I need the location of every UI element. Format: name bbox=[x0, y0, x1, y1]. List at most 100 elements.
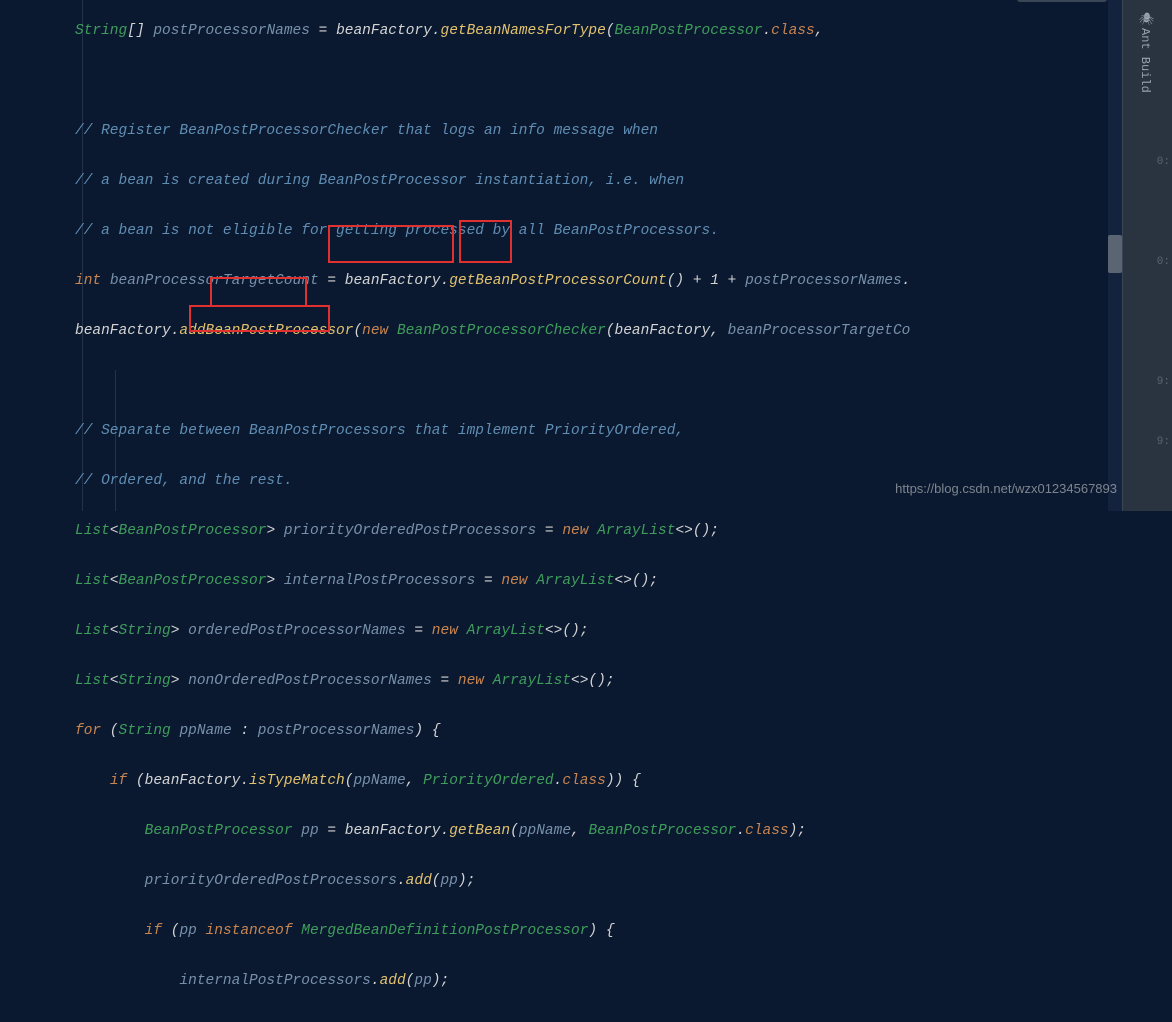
token-var: ppName bbox=[353, 773, 405, 789]
token: = bbox=[475, 573, 501, 589]
token-var: beanProcessorTargetCo bbox=[728, 323, 911, 339]
token-keyword: new bbox=[562, 523, 588, 539]
token-var: orderedPostProcessorNames bbox=[188, 623, 406, 639]
token: < bbox=[110, 523, 119, 539]
token-method: getBean bbox=[449, 823, 510, 839]
token: ( bbox=[510, 823, 519, 839]
token-keyword: class bbox=[771, 23, 815, 39]
token-keyword: new bbox=[432, 623, 458, 639]
token: = bbox=[406, 623, 432, 639]
line-tick: 9: bbox=[1157, 370, 1170, 395]
token: = bbox=[319, 823, 345, 839]
token-var: internalPostProcessors bbox=[284, 573, 475, 589]
token: String bbox=[119, 723, 180, 739]
token: . bbox=[240, 773, 249, 789]
token-keyword: new bbox=[501, 573, 527, 589]
token-keyword: class bbox=[562, 773, 606, 789]
token: > bbox=[171, 673, 180, 689]
token-type: ArrayList bbox=[536, 573, 614, 589]
token-keyword: int bbox=[75, 273, 101, 289]
token: , bbox=[571, 823, 588, 839]
token-keyword: for bbox=[75, 723, 101, 739]
token-type: BeanPostProcessorChecker bbox=[397, 323, 606, 339]
token: , bbox=[710, 323, 727, 339]
token: ( bbox=[406, 973, 415, 989]
token: ( bbox=[101, 723, 118, 739]
token-keyword: new bbox=[458, 673, 484, 689]
token-method: add bbox=[406, 873, 432, 889]
token: () bbox=[667, 273, 684, 289]
token: . bbox=[397, 873, 406, 889]
token-var: priorityOrderedPostProcessors bbox=[145, 873, 397, 889]
token-var: pp bbox=[414, 973, 431, 989]
token: , bbox=[815, 23, 824, 39]
token-type: List bbox=[75, 673, 110, 689]
line-tick: 0: bbox=[1157, 250, 1170, 275]
token-type: PriorityOrdered bbox=[423, 773, 554, 789]
token-var: postProcessorNames bbox=[153, 23, 310, 39]
token-type: String bbox=[75, 23, 127, 39]
code-editor[interactable]: String[] postProcessorNames = beanFactor… bbox=[0, 0, 1172, 1022]
token-method: add bbox=[380, 973, 406, 989]
comment: // Ordered, and the rest. bbox=[75, 473, 293, 489]
token-var: internalPostProcessors bbox=[179, 973, 370, 989]
token: beanFactory bbox=[615, 323, 711, 339]
token: [] bbox=[127, 23, 153, 39]
token-type: BeanPostProcessor bbox=[145, 823, 293, 839]
token-var: pp bbox=[440, 873, 457, 889]
token-var: postProcessorNames bbox=[745, 273, 902, 289]
token: . bbox=[371, 973, 380, 989]
token: beanFactory bbox=[336, 23, 432, 39]
token-type: BeanPostProcessor bbox=[615, 23, 763, 39]
line-tick: 9: bbox=[1157, 430, 1170, 455]
token: > bbox=[266, 523, 275, 539]
token-type: MergedBeanDefinitionPostProcessor bbox=[301, 923, 588, 939]
token: = bbox=[319, 273, 345, 289]
token-keyword: new bbox=[362, 323, 388, 339]
token-keyword: if bbox=[110, 773, 127, 789]
comment: // Separate between BeanPostProcessors t… bbox=[75, 423, 684, 439]
token: <>(); bbox=[615, 573, 659, 589]
token-type: List bbox=[75, 623, 110, 639]
comment: // a bean is not eligible for getting pr… bbox=[75, 223, 719, 239]
token-type: BeanPostProcessor bbox=[119, 573, 267, 589]
token: <>(); bbox=[545, 623, 589, 639]
token-var: ppName bbox=[179, 723, 231, 739]
token: ( bbox=[432, 873, 441, 889]
token: ); bbox=[789, 823, 806, 839]
token: = bbox=[432, 673, 458, 689]
token: ) { bbox=[414, 723, 440, 739]
line-tick: 0: bbox=[1157, 150, 1170, 175]
scrollbar-thumb[interactable] bbox=[1108, 235, 1122, 273]
token-var: pp bbox=[179, 923, 196, 939]
token: = bbox=[536, 523, 562, 539]
token-type: List bbox=[75, 573, 110, 589]
token-type: BeanPostProcessor bbox=[588, 823, 736, 839]
token-type: ArrayList bbox=[493, 673, 571, 689]
toolbar-button[interactable] bbox=[1017, 0, 1107, 2]
token-type: String bbox=[119, 673, 171, 689]
token: . bbox=[432, 23, 441, 39]
token: . bbox=[440, 273, 449, 289]
token: ); bbox=[432, 973, 449, 989]
token: < bbox=[110, 673, 119, 689]
token: <>(); bbox=[571, 673, 615, 689]
token: < bbox=[110, 623, 119, 639]
token-type: List bbox=[75, 523, 110, 539]
token-method: addBeanPostProcessor bbox=[179, 323, 353, 339]
token: > bbox=[171, 623, 180, 639]
token: . bbox=[762, 23, 771, 39]
token: ); bbox=[458, 873, 475, 889]
ant-build-tab[interactable]: Ant Build bbox=[1132, 28, 1157, 93]
token: ) { bbox=[588, 923, 614, 939]
watermark: https://blog.csdn.net/wzx01234567893 bbox=[895, 476, 1117, 501]
comment: // Register BeanPostProcessorChecker tha… bbox=[75, 123, 658, 139]
token-var: priorityOrderedPostProcessors bbox=[284, 523, 536, 539]
token: ( bbox=[345, 773, 354, 789]
token-type: ArrayList bbox=[467, 623, 545, 639]
token: beanFactory bbox=[75, 323, 171, 339]
comment: // a bean is created during BeanPostProc… bbox=[75, 173, 684, 189]
token-var: nonOrderedPostProcessorNames bbox=[188, 673, 432, 689]
token: + 1 + bbox=[684, 273, 745, 289]
token: : bbox=[232, 723, 258, 739]
